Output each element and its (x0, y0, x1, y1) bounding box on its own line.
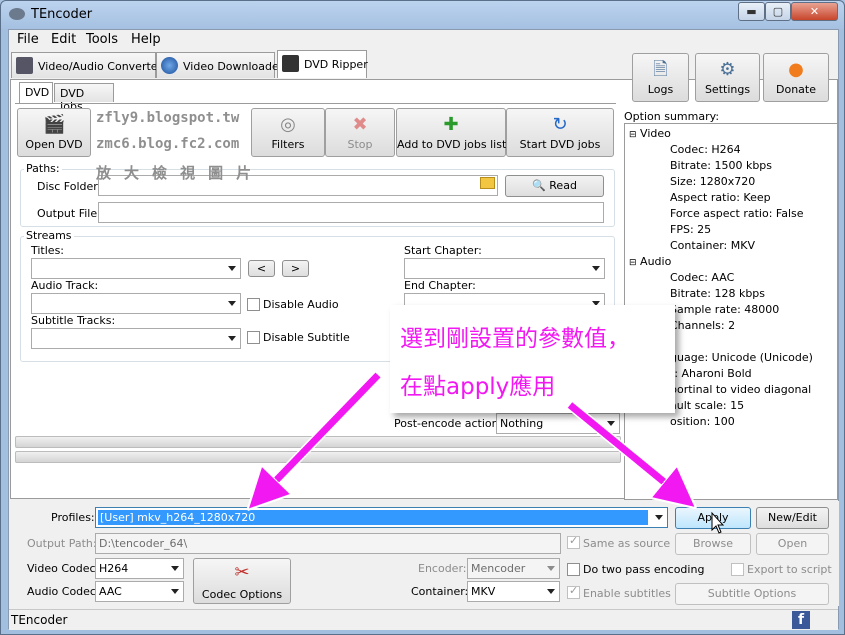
title-bar: TEncoder ▬ ▢ ✕ (1, 1, 844, 29)
disable-subtitle-checkbox[interactable] (247, 331, 260, 344)
video-codec-combo[interactable]: H264 (95, 558, 184, 579)
film-reel-icon: ◎ (280, 114, 296, 135)
profiles-combo[interactable]: [User] mkv_h264_1280x720 (95, 507, 668, 528)
menu-help[interactable]: Help (131, 32, 161, 47)
subtab-dvd-jobs[interactable]: DVD Jobs (54, 83, 114, 113)
start-chapter-combo[interactable] (404, 258, 605, 279)
search-icon: 🔍 (532, 179, 550, 192)
browse-button[interactable]: Browse (675, 533, 751, 555)
subtab-divider (15, 103, 616, 104)
audio-track-combo[interactable] (31, 293, 241, 314)
option-summary-title: Option summary: (624, 110, 720, 123)
add-to-dvd-jobs-button[interactable]: ✚ Add to DVD jobs list (396, 108, 506, 157)
same-as-source-checkbox[interactable] (567, 534, 580, 549)
output-file-input[interactable] (98, 202, 604, 223)
clapper-icon: 🎬 (43, 114, 66, 135)
filters-button[interactable]: ◎ Filters (251, 108, 325, 157)
stop-button[interactable]: ✖ Stop (325, 108, 395, 157)
enable-subtitles-checkbox[interactable] (567, 584, 580, 599)
post-encode-combo[interactable]: Nothing (496, 413, 620, 434)
film-icon (16, 57, 33, 74)
facebook-icon[interactable]: f (792, 611, 810, 629)
bottom-settings: Profiles: [User] mkv_h264_1280x720 Apply… (10, 501, 839, 606)
progress-bar-2 (15, 451, 621, 463)
globe-icon (161, 57, 178, 74)
gear-icon: ⚙ (719, 59, 736, 80)
tools-icon: ✂ (234, 562, 250, 583)
main-tabs: Video/Audio Converter Video Downloader D… (11, 50, 411, 79)
refresh-icon: ↻ (552, 114, 568, 135)
disable-audio-checkbox[interactable] (247, 298, 260, 311)
logs-search-icon: 🗎 (653, 59, 668, 80)
next-title-button[interactable]: > (282, 260, 309, 277)
subtitle-options-button[interactable]: Subtitle Options (675, 583, 829, 605)
audio-codec-combo[interactable]: AAC (95, 581, 184, 602)
apply-button[interactable]: Apply (675, 507, 751, 529)
settings-button[interactable]: ⚙ Settings (695, 53, 760, 102)
read-button[interactable]: 🔍 Read (505, 175, 604, 197)
open-dvd-button[interactable]: 🎬 Open DVD (17, 108, 91, 157)
menu-file[interactable]: File (17, 32, 39, 47)
close-icon[interactable]: ✕ (791, 2, 838, 21)
subtab-dvd[interactable]: DVD (19, 82, 53, 103)
watermark-line-3: 放 大 檢 視 圖 片 (96, 164, 254, 182)
prev-title-button[interactable]: < (248, 260, 275, 277)
status-bar: TEncoder f (9, 609, 838, 630)
tab-dvd-ripper[interactable]: DVD Ripper (277, 50, 368, 78)
stop-x-icon: ✖ (352, 114, 368, 135)
logs-button[interactable]: 🗎 Logs (632, 53, 689, 102)
menu-edit[interactable]: Edit (51, 32, 76, 47)
tab-video-downloader[interactable]: Video Downloader (156, 52, 283, 78)
menu-tools[interactable]: Tools (86, 32, 118, 47)
tree-node-audio[interactable]: ⊟ Audio (629, 255, 671, 268)
annotation-callout: 選到剛設置的參數值， 在點apply應用 (390, 305, 675, 413)
open-button[interactable]: Open (756, 533, 829, 555)
encoder-combo[interactable]: Mencoder (467, 558, 560, 579)
coin-icon: ● (788, 59, 804, 80)
output-path-input[interactable]: D:\tencoder_64\ (95, 533, 561, 554)
codec-options-button[interactable]: ✂ Codec Options (193, 558, 291, 604)
two-pass-checkbox[interactable] (567, 563, 580, 576)
progress-bar-1 (15, 436, 621, 448)
menu-bar: File Edit Tools Help (9, 30, 838, 50)
start-dvd-jobs-button[interactable]: ↻ Start DVD jobs (506, 108, 614, 157)
titles-combo[interactable] (31, 258, 241, 279)
container-combo[interactable]: MKV (467, 581, 560, 602)
new-edit-button[interactable]: New/Edit (756, 507, 829, 529)
window-title: TEncoder (31, 7, 93, 22)
clapper-icon (282, 55, 299, 72)
watermark-line-2: zmc6.blog.fc2.com (96, 136, 240, 152)
donate-button[interactable]: ● Donate (763, 53, 829, 102)
minimize-icon[interactable]: ▬ (738, 2, 765, 21)
app-icon (9, 8, 25, 20)
folder-icon[interactable] (480, 177, 495, 189)
watermark-line-1: zfly9.blogspot.tw (96, 110, 240, 126)
maximize-icon[interactable]: ▢ (765, 2, 791, 21)
export-script-checkbox[interactable] (731, 563, 744, 576)
tab-video-audio-converter[interactable]: Video/Audio Converter (11, 52, 162, 78)
add-document-icon: ✚ (443, 114, 459, 135)
tree-node-video[interactable]: ⊟ Video (629, 127, 671, 140)
subtitle-tracks-combo[interactable] (31, 328, 241, 349)
